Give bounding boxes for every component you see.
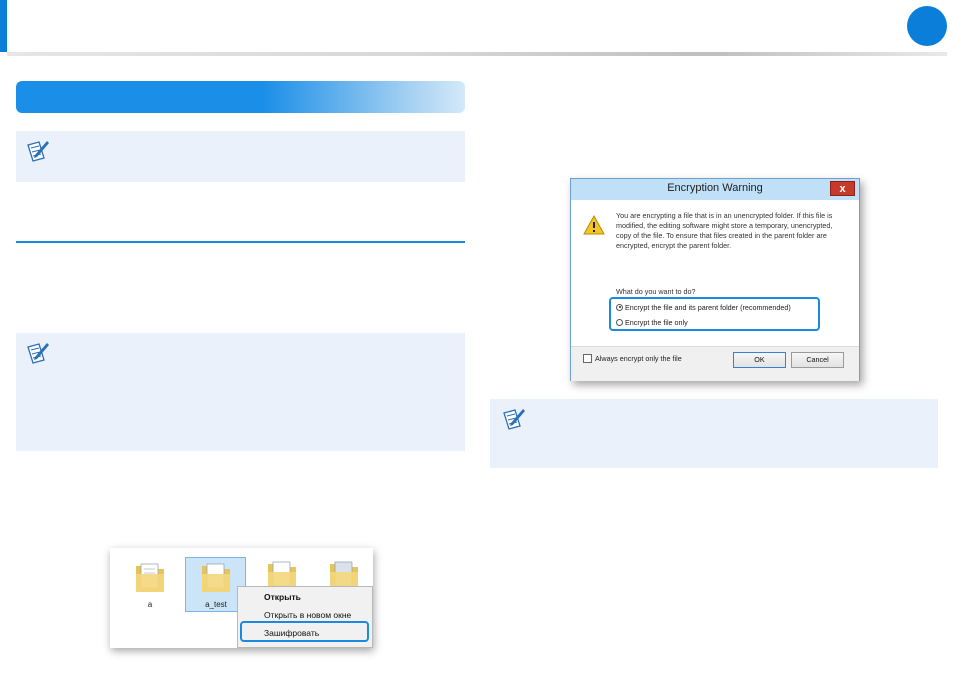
page-marker-circle [907,6,947,46]
note-box-1 [16,131,465,182]
section-heading-bar [16,81,465,113]
note-pencil-icon [503,409,525,430]
note-pencil-icon [27,343,49,364]
dialog-title: Encryption Warning [667,182,763,194]
options-highlight-outline [609,297,820,331]
cancel-button[interactable]: Cancel [791,352,844,368]
encrypt-highlight-outline [240,621,369,642]
note-box-3 [490,399,938,468]
close-button[interactable]: x [830,181,855,196]
dialog-message: You are encrypting a file that is in an … [616,211,833,250]
menu-item-open-new-window[interactable]: Открыть в новом окне [264,610,351,620]
menu-item-open[interactable]: Открыть [264,592,301,602]
folder-icon[interactable] [134,560,166,594]
explorer-screenshot: a a_test Открыть Открыть в новом окне За… [110,548,373,648]
ok-button[interactable]: OK [733,352,786,368]
always-encrypt-label: Always encrypt only the file [595,354,682,363]
folder-icon[interactable] [200,560,232,594]
dialog-question: What do you want to do? [616,287,696,296]
subsection-rule [16,241,465,243]
file-label: a [147,600,153,609]
header-accent-bar [0,0,7,52]
note-box-2 [16,333,465,451]
note-pencil-icon [27,141,49,162]
encryption-warning-dialog: Encryption Warning x You are encrypting … [570,178,860,381]
always-encrypt-checkbox[interactable] [583,354,592,363]
header-rule [7,52,947,56]
warning-triangle-icon [583,215,605,235]
